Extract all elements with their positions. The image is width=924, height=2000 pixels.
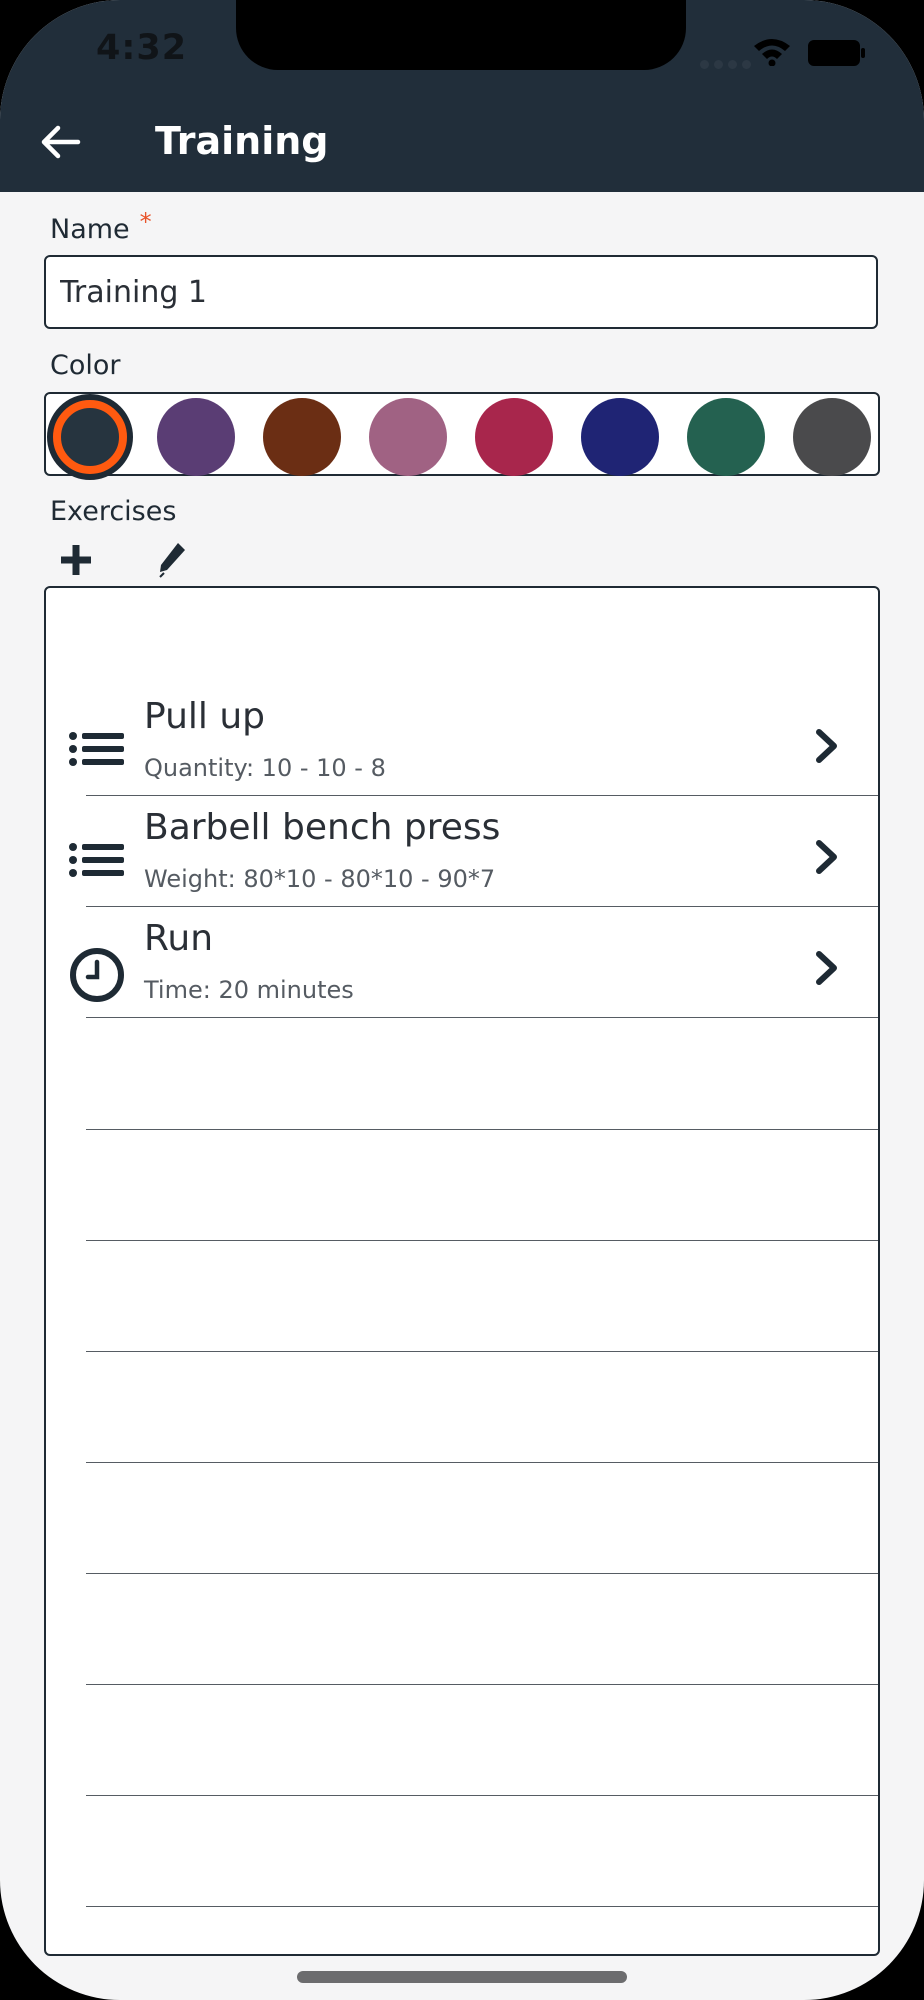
- required-marker: *: [139, 208, 152, 236]
- device-notch: [236, 0, 686, 70]
- empty-row-divider: [86, 1351, 878, 1352]
- empty-row-divider: [86, 1573, 878, 1574]
- color-label: Color: [50, 350, 121, 381]
- exercise-detail: Weight: 80*10 - 80*10 - 90*7: [144, 865, 496, 893]
- exercise-list: Pull up Quantity: 10 - 10 - 8 Barbell be…: [44, 586, 880, 1956]
- row-divider: [86, 1017, 878, 1018]
- exercise-name: Run: [144, 918, 214, 959]
- empty-row-divider: [86, 1795, 878, 1796]
- empty-row-divider: [86, 1462, 878, 1463]
- clock-icon: [70, 948, 124, 1002]
- page-title: Training: [155, 119, 329, 163]
- color-swatch-mauve[interactable]: [369, 398, 447, 476]
- color-swatch-navy[interactable]: [581, 398, 659, 476]
- exercise-row-barbell-bench-press[interactable]: Barbell bench press Weight: 80*10 - 80*1…: [46, 797, 878, 907]
- wifi-icon: [754, 39, 790, 66]
- row-divider: [86, 906, 878, 907]
- exercise-detail: Time: 20 minutes: [144, 976, 354, 1004]
- color-swatch-green[interactable]: [687, 398, 765, 476]
- edit-pencil-icon[interactable]: [156, 540, 188, 578]
- list-icon: [69, 732, 124, 766]
- empty-row-divider: [86, 1129, 878, 1130]
- back-arrow-icon[interactable]: [38, 120, 82, 164]
- phone-screen: 4:32 Training Name * Color Exercises: [0, 0, 924, 2000]
- color-picker: [44, 392, 880, 480]
- exercise-detail: Quantity: 10 - 10 - 8: [144, 754, 386, 782]
- color-swatch-crimson[interactable]: [475, 398, 553, 476]
- exercise-row-run[interactable]: Run Time: 20 minutes: [46, 908, 878, 1018]
- color-swatch-selected[interactable]: [47, 394, 133, 480]
- home-indicator[interactable]: [297, 1971, 627, 1983]
- exercise-name: Pull up: [144, 696, 266, 737]
- cellular-signal-icon: [700, 60, 751, 69]
- chevron-right-icon: [816, 729, 837, 763]
- name-label: Name *: [50, 208, 152, 245]
- name-input[interactable]: [44, 255, 878, 329]
- chevron-right-icon: [816, 951, 837, 985]
- name-label-text: Name: [50, 214, 130, 245]
- color-swatch-purple[interactable]: [157, 398, 235, 476]
- chevron-right-icon: [816, 840, 837, 874]
- exercise-name: Barbell bench press: [144, 807, 501, 848]
- app-header: 4:32 Training: [0, 0, 924, 192]
- empty-row-divider: [86, 1906, 878, 1907]
- color-swatch-brown[interactable]: [263, 398, 341, 476]
- empty-row-divider: [86, 1240, 878, 1241]
- add-exercise-icon[interactable]: [58, 542, 94, 578]
- battery-icon: [808, 40, 865, 66]
- empty-row-divider: [86, 1684, 878, 1685]
- row-divider: [86, 795, 878, 796]
- exercises-label: Exercises: [50, 496, 177, 527]
- color-swatch-gray[interactable]: [793, 398, 871, 476]
- list-icon: [69, 843, 124, 877]
- status-time: 4:32: [96, 28, 188, 68]
- exercise-row-pull-up[interactable]: Pull up Quantity: 10 - 10 - 8: [46, 686, 878, 796]
